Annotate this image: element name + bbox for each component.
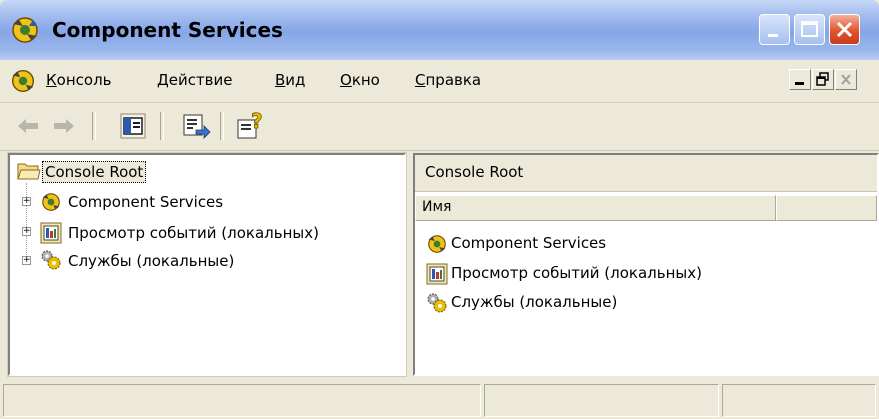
menu-window-mnemonic: О <box>340 71 352 89</box>
event-viewer-icon <box>426 263 448 284</box>
tree-node-event-viewer[interactable]: Просмотр событий (локальных) <box>68 223 319 243</box>
minimize-icon <box>795 82 804 85</box>
maximize-icon <box>801 21 818 37</box>
component-services-icon <box>42 193 60 211</box>
mdi-close-button[interactable] <box>835 69 857 90</box>
menu-window-label: кно <box>351 71 380 89</box>
help-icon[interactable]: ? <box>234 110 266 142</box>
menu-action-mnemonic: Д <box>157 71 169 89</box>
toolbar-separator <box>220 112 224 140</box>
list-item[interactable]: Component Services <box>425 231 606 256</box>
export-list-icon[interactable] <box>180 110 212 142</box>
minimize-icon <box>768 34 778 37</box>
svg-text:?: ? <box>251 110 263 133</box>
expand-event-viewer[interactable]: + <box>22 227 31 236</box>
menu-action-label: ействие <box>168 71 233 89</box>
menu-window[interactable]: Окно <box>340 70 380 90</box>
list-item[interactable]: Службы (локальные) <box>425 290 617 315</box>
services-gear-icon <box>41 250 61 270</box>
list-item-label: Службы (локальные) <box>451 293 618 311</box>
menu-console[interactable]: Консоль <box>46 70 112 90</box>
mdi-minimize-button[interactable] <box>789 69 811 90</box>
column-header-name[interactable]: Имя <box>415 195 776 221</box>
close-icon <box>841 74 851 85</box>
column-header-name-label: Имя <box>422 199 452 215</box>
details-header: Console Root <box>415 155 877 192</box>
back-arrow-icon[interactable] <box>12 110 44 142</box>
minimize-button[interactable] <box>759 14 790 45</box>
close-icon <box>836 21 853 38</box>
status-segment-middle <box>484 384 719 417</box>
event-viewer-icon <box>40 222 62 244</box>
forward-arrow-icon[interactable] <box>48 110 80 142</box>
expand-component-services[interactable]: + <box>22 197 31 206</box>
menu-console-mnemonic: К <box>46 71 57 89</box>
services-gear-icon <box>427 293 447 312</box>
tree-pane[interactable]: Console Root + Component Services + Прос… <box>7 152 407 377</box>
mmc-window: Component Services Консоль Действие Вид … <box>0 0 879 419</box>
list-item-label: Просмотр событий (локальных) <box>451 264 702 282</box>
component-services-icon <box>12 17 38 43</box>
folder-open-icon <box>17 163 41 180</box>
menu-view-label: ид <box>285 71 306 89</box>
menu-help[interactable]: Справка <box>415 70 481 90</box>
toolbar-separator <box>92 112 96 140</box>
tree-root-label[interactable]: Console Root <box>42 161 147 183</box>
toolbar-separator <box>160 112 164 140</box>
maximize-button[interactable] <box>794 14 825 45</box>
title-bar[interactable]: Component Services <box>0 0 879 60</box>
show-hide-tree-icon[interactable] <box>117 110 149 142</box>
list-item[interactable]: Просмотр событий (локальных) <box>425 261 702 286</box>
details-pane[interactable]: Console Root Имя Component Services Прос… <box>413 153 879 376</box>
toolbar: ? <box>0 103 879 151</box>
menu-help-mnemonic: С <box>415 71 426 89</box>
status-segment-main <box>3 384 481 417</box>
component-services-icon[interactable] <box>8 66 38 96</box>
menu-view-mnemonic: В <box>275 71 286 89</box>
list-item-label: Component Services <box>451 234 607 252</box>
mdi-restore-button[interactable] <box>812 69 834 90</box>
expand-services[interactable]: + <box>22 256 31 265</box>
status-bar <box>0 381 879 419</box>
menu-bar: Консоль Действие Вид Окно Справка <box>0 60 879 103</box>
menu-console-label: онсоль <box>56 71 112 89</box>
window-title: Component Services <box>52 18 283 42</box>
tree-node-component-services[interactable]: Component Services <box>68 192 223 212</box>
details-header-title: Console Root <box>425 163 524 181</box>
tree-line <box>26 183 27 263</box>
close-button[interactable] <box>829 14 860 45</box>
menu-action[interactable]: Действие <box>157 70 233 90</box>
component-services-icon <box>428 234 446 253</box>
menu-view[interactable]: Вид <box>275 70 305 90</box>
tree-node-services[interactable]: Службы (локальные) <box>68 251 234 271</box>
status-segment-right <box>722 384 876 417</box>
menu-help-label: правка <box>425 71 482 89</box>
restore-icon <box>816 72 829 86</box>
column-header-empty[interactable] <box>776 195 877 221</box>
